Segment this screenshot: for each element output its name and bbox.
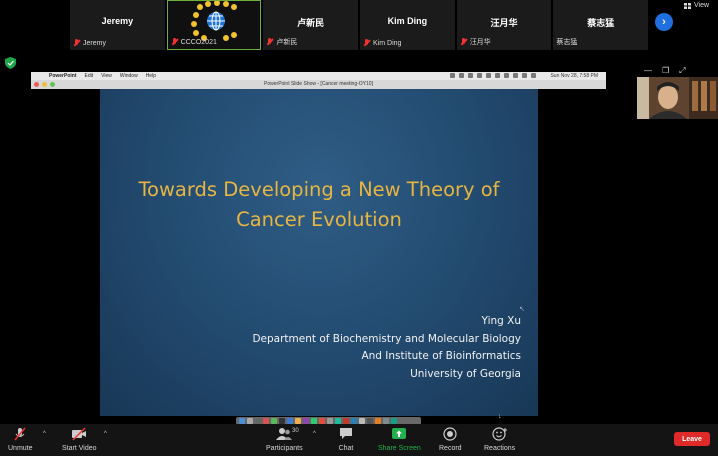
window-title: PowerPoint Slide Show - [Cancer meeting-…	[264, 81, 373, 87]
maximize-window-icon[interactable]	[50, 82, 55, 87]
audio-options-caret-icon[interactable]: ^	[43, 431, 46, 437]
participant-tile[interactable]: Jeremy Jeremy	[70, 0, 165, 50]
view-label: View	[694, 2, 710, 9]
participant-label: 卢新民	[266, 37, 297, 47]
window-title-bar: PowerPoint Slide Show - [Cancer meeting-…	[31, 80, 606, 89]
menu-item[interactable]: PowerPoint	[49, 73, 77, 79]
muted-mic-icon	[73, 39, 80, 47]
mac-menu-bar: PowerPoint Edit View Window Help Sun Nov…	[31, 72, 606, 80]
slide-title-line: Towards Developing a New Theory of	[138, 178, 500, 201]
participant-tile[interactable]: 卢新民 卢新民	[263, 0, 359, 50]
muted-mic-icon	[363, 39, 370, 47]
affiliation-line: And Institute of Bioinformatics	[361, 350, 521, 363]
participant-label-text: CCCO2021	[180, 38, 217, 46]
participant-tile[interactable]: 汪月华 汪月华	[456, 0, 552, 50]
participant-tile-active[interactable]: CCCO2021	[166, 0, 262, 50]
participant-label-text: Jeremy	[83, 39, 106, 47]
participant-name: Jeremy	[101, 16, 134, 26]
start-video-button[interactable]: Start Video	[62, 424, 97, 456]
participant-label: Jeremy	[73, 39, 106, 47]
expand-icon[interactable]: ⤢	[679, 66, 685, 76]
presentation-slide: Towards Developing a New Theory of Cance…	[100, 89, 538, 420]
record-icon	[443, 427, 457, 441]
self-video-thumbnail[interactable]	[637, 77, 718, 119]
participant-strip: Jeremy Jeremy CCCO2021 卢新民 卢新民 Kim Ding …	[70, 0, 649, 50]
mac-clock: Sun Nov 28, 7:58 PM	[550, 73, 598, 79]
participants-options-caret-icon[interactable]: ^	[313, 431, 316, 437]
restore-icon[interactable]: ❐	[662, 66, 669, 76]
menu-item[interactable]: View	[101, 73, 112, 79]
affiliation-line: Department of Biochemistry and Molecular…	[252, 332, 521, 345]
participant-name: 卢新民	[297, 18, 325, 28]
muted-mic-icon	[266, 38, 273, 46]
record-label: Record	[439, 445, 462, 452]
start-video-label: Start Video	[62, 445, 97, 452]
author-name: Ying Xu	[481, 315, 521, 327]
unmute-button[interactable]: Unmute	[8, 424, 33, 456]
participant-name: 汪月华	[490, 18, 518, 28]
menu-item[interactable]: Edit	[85, 73, 94, 79]
participant-label: 蔡志猛	[556, 37, 577, 47]
slide-title: Towards Developing a New Theory of Cance…	[100, 175, 538, 235]
slide-title-line: Cancer Evolution	[236, 208, 402, 231]
shared-screen: PowerPoint Edit View Window Help Sun Nov…	[31, 72, 606, 425]
reactions-button[interactable]: Reactions	[484, 424, 515, 456]
participant-label: CCCO2021	[171, 38, 217, 46]
participants-icon	[276, 428, 293, 440]
unmute-label: Unmute	[8, 445, 33, 452]
muted-mic-icon	[171, 38, 178, 46]
emoji-icon	[491, 427, 507, 441]
participant-count: 30	[292, 428, 299, 434]
self-video-controls: — ❐ ⤢	[644, 66, 686, 76]
grid-icon	[684, 2, 691, 9]
ccco-logo	[190, 1, 237, 41]
share-screen-button[interactable]: Share Screen	[378, 424, 421, 456]
view-button[interactable]: View	[684, 2, 709, 9]
mouse-cursor-icon: ↖	[519, 306, 525, 313]
close-window-icon[interactable]	[34, 82, 39, 87]
participant-label: Kim Ding	[363, 39, 401, 47]
chat-button[interactable]: Chat	[338, 424, 354, 456]
record-button[interactable]: Record	[439, 424, 462, 456]
share-screen-label: Share Screen	[378, 445, 421, 452]
slide-author-block: Ying Xu Department of Biochemistry and M…	[252, 313, 521, 384]
participant-name: 蔡志猛	[587, 18, 615, 28]
muted-microphone-icon	[14, 427, 26, 441]
participants-label: Participants	[266, 445, 303, 452]
down-arrow-icon: ↓	[498, 413, 502, 420]
participant-label-text: 卢新民	[276, 39, 298, 46]
next-page-button[interactable]: ›	[655, 13, 673, 31]
participant-video-icon	[637, 77, 718, 119]
window-controls	[34, 82, 55, 87]
participant-tile[interactable]: Kim Ding Kim Ding	[360, 0, 455, 50]
minimize-window-icon[interactable]	[42, 82, 47, 87]
chat-label: Chat	[338, 445, 354, 452]
participant-label-text: 蔡志猛	[556, 39, 578, 46]
participant-tile[interactable]: 蔡志猛 蔡志猛	[553, 0, 649, 50]
menu-item[interactable]: Window	[120, 73, 138, 79]
muted-mic-icon	[460, 38, 467, 46]
menu-bar-tray	[450, 73, 536, 78]
participant-label-text: 汪月华	[469, 39, 491, 46]
participant-name: Kim Ding	[387, 16, 428, 26]
participant-label: 汪月华	[460, 37, 491, 47]
share-screen-icon	[392, 428, 407, 439]
video-options-caret-icon[interactable]: ^	[104, 431, 107, 437]
reactions-label: Reactions	[484, 445, 516, 452]
minimize-icon[interactable]: —	[644, 66, 652, 76]
menu-item[interactable]: Help	[146, 73, 156, 79]
meeting-toolbar: Unmute ^ Start Video ^ Participants ^ Ch…	[0, 424, 718, 456]
shield-icon[interactable]	[5, 57, 16, 69]
affiliation-line: University of Georgia	[410, 368, 521, 381]
leave-button[interactable]: Leave	[674, 432, 710, 446]
video-off-icon	[72, 427, 87, 441]
participant-label-text: Kim Ding	[373, 39, 402, 47]
chat-icon	[340, 428, 352, 439]
chevron-right-icon: ›	[662, 16, 666, 28]
